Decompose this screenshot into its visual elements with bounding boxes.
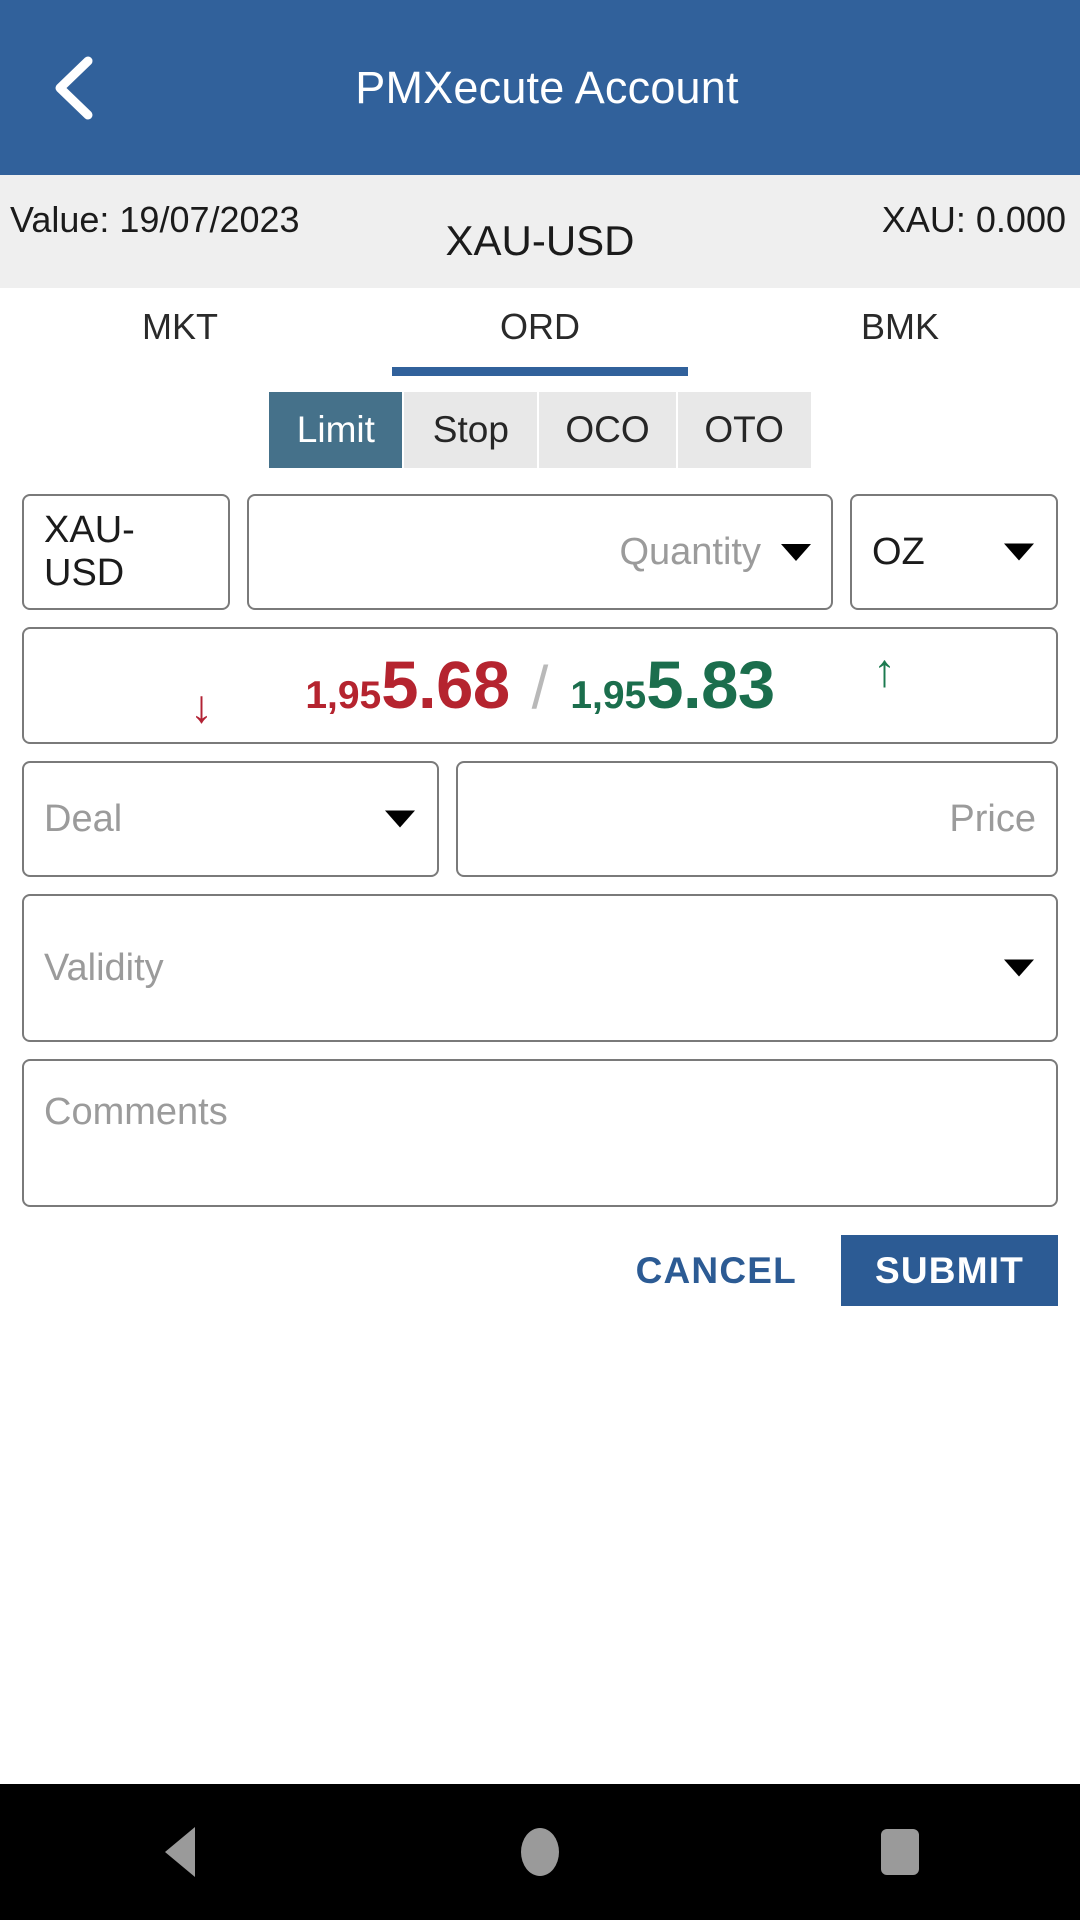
order-form: XAU-USD Quantity OZ ↓ 1,95 5.68 / 1,95 5.8…	[0, 476, 1080, 1207]
triangle-back-icon	[165, 1827, 195, 1877]
chevron-down-icon[interactable]	[781, 543, 811, 561]
arrow-down-icon: ↓	[190, 679, 213, 732]
comments-placeholder: Comments	[44, 1091, 228, 1133]
tab-bmk-label: BMK	[860, 306, 939, 347]
unit-select[interactable]: OZ	[850, 494, 1058, 610]
system-nav-bar	[0, 1784, 1080, 1920]
validity-placeholder: Validity	[44, 946, 164, 989]
page-title: PMXecute Account	[355, 61, 739, 113]
tab-ord-label: ORD	[500, 306, 580, 347]
order-type-oto[interactable]: OTO	[677, 392, 811, 468]
app-bar: PMXecute Account	[0, 0, 1080, 175]
bid-price-lead: 1,95	[305, 674, 382, 717]
chevron-down-icon[interactable]	[1004, 959, 1034, 977]
circle-home-icon	[521, 1828, 559, 1876]
quantity-input[interactable]: Quantity	[247, 494, 833, 610]
bid-price-main: 5.68	[381, 648, 510, 723]
ask-price-lead: 1,95	[570, 674, 647, 717]
ask-price[interactable]: 1,95 5.83	[570, 647, 775, 724]
square-recents-icon	[881, 1829, 919, 1875]
price-input[interactable]: Price	[456, 761, 1058, 877]
arrow-up-icon: ↑	[873, 644, 896, 696]
info-bar: Value: 19/07/2023 XAU-USD XAU: 0.000	[0, 175, 1080, 288]
tab-bar: MKT ORD BMK	[0, 288, 1080, 376]
order-type-stop[interactable]: Stop	[404, 392, 538, 468]
deal-select[interactable]: Deal	[22, 761, 439, 877]
cancel-button[interactable]: CANCEL	[626, 1236, 807, 1306]
order-type-segmented-control: Limit Stop OCO OTO	[0, 376, 1080, 476]
order-type-limit[interactable]: Limit	[269, 392, 403, 468]
nav-back-button[interactable]	[110, 1784, 250, 1920]
form-actions: CANCEL SUBMIT	[0, 1207, 1080, 1306]
symbol-quantity-row: XAU-USD Quantity OZ	[22, 494, 1058, 610]
submit-button[interactable]: SUBMIT	[840, 1235, 1058, 1306]
nav-home-button[interactable]	[470, 1784, 610, 1920]
tab-ord[interactable]: ORD	[360, 288, 720, 376]
unit-value: OZ	[872, 530, 925, 573]
ask-price-main: 5.83	[646, 648, 775, 723]
quote-prices: 1,95 5.68 / 1,95 5.83	[305, 647, 775, 724]
chevron-down-icon[interactable]	[385, 810, 415, 828]
tab-indicator	[392, 367, 688, 376]
symbol-field[interactable]: XAU-USD	[22, 494, 230, 610]
deal-price-row: Deal Price	[22, 761, 1058, 877]
comments-input[interactable]: Comments	[22, 1059, 1058, 1207]
tab-mkt-label: MKT	[142, 306, 218, 347]
deal-placeholder: Deal	[44, 797, 123, 840]
price-separator: /	[531, 654, 549, 721]
app-screen: PMXecute Account Value: 19/07/2023 XAU-U…	[0, 0, 1080, 1920]
instrument-name: XAU-USD	[445, 217, 635, 264]
price-quote-panel: ↓ 1,95 5.68 / 1,95 5.83 ↑	[22, 627, 1058, 744]
price-placeholder: Price	[949, 797, 1036, 840]
validity-select[interactable]: Validity	[22, 894, 1058, 1042]
back-button[interactable]	[34, 50, 110, 126]
bid-price[interactable]: 1,95 5.68	[305, 647, 510, 724]
quantity-placeholder: Quantity	[619, 530, 761, 573]
tab-mkt[interactable]: MKT	[0, 288, 360, 376]
nav-recents-button[interactable]	[830, 1784, 970, 1920]
order-type-oco[interactable]: OCO	[539, 392, 676, 468]
symbol-value: XAU-USD	[44, 509, 135, 594]
chevron-down-icon[interactable]	[1004, 543, 1034, 561]
tab-bmk[interactable]: BMK	[720, 288, 1080, 376]
chevron-left-icon	[55, 56, 93, 119]
